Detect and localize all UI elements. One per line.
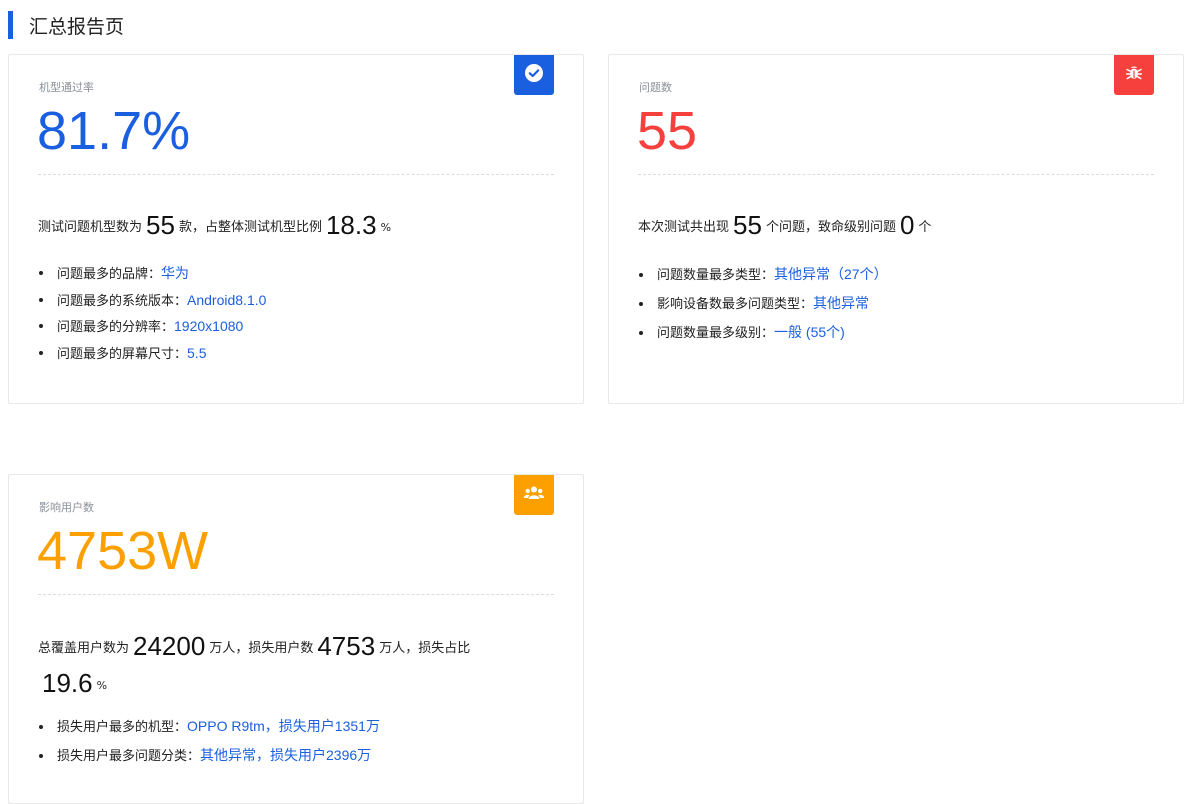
detail-value: 5.5 (187, 344, 207, 361)
bug-icon (1124, 63, 1144, 87)
list-item: 问题数量最多类型：其他异常（27个） (638, 260, 888, 289)
detail-label: 问题最多的系统版本： (57, 293, 188, 309)
summary-text: 总覆盖用户数为 (38, 641, 130, 656)
pass-rate-card: 机型通过率 81.7% 测试问题机型数为 55 款，占整体测试机型比例 18.3% 问… (8, 54, 584, 404)
detail-label: 问题最多的分辨率： (57, 320, 175, 335)
check-circle-icon (524, 63, 544, 87)
detail-value: 其他异常（27个） (774, 266, 888, 282)
detail-label: 影响设备数最多问题类型： (657, 297, 814, 312)
summary-number: 55 (146, 210, 175, 240)
summary-number: 0 (899, 210, 915, 240)
list-item: 问题数量最多级别：一般 (55个) (638, 318, 888, 347)
detail-label: 问题数量最多级别： (657, 326, 775, 341)
summary-unit: 个 (918, 220, 932, 235)
pass-rate-details: 问题最多的品牌：华为 问题最多的系统版本：Android8.1.0 问题最多的分… (38, 260, 266, 366)
users-card: 影响用户数 4753W 总覆盖用户数为 24200 万人，损失用户数 4753 万人，损… (8, 474, 584, 804)
issues-card: 问题数 55 本次测试共出现 55 个问题，致命级别问题 0 个 问题数量最多类型：其他… (608, 54, 1184, 404)
issues-badge (1114, 55, 1154, 95)
pass-rate-value: 81.7% (37, 101, 191, 161)
detail-value: OPPO R9tm，损失用户1351万 (187, 718, 380, 734)
list-item: 影响设备数最多问题类型：其他异常 (638, 289, 888, 318)
divider (38, 174, 554, 175)
list-item: 问题最多的系统版本：Android8.1.0 (38, 287, 266, 314)
users-details: 损失用户最多的机型：OPPO R9tm，损失用户1351万 损失用户最多问题分类… (38, 712, 380, 770)
detail-label: 损失用户最多的机型： (57, 720, 188, 735)
users-value: 4753W (37, 521, 209, 581)
summary-number: 4753 (317, 631, 376, 661)
page-title: 汇总报告页 (29, 15, 125, 38)
header-accent-bar (8, 11, 13, 39)
users-icon (523, 483, 545, 507)
pass-rate-summary: 测试问题机型数为 55 款，占整体测试机型比例 18.3% (38, 208, 518, 245)
summary-number: 55 (733, 210, 762, 240)
detail-label: 问题最多的品牌： (57, 267, 162, 282)
list-item: 损失用户最多问题分类：其他异常，损失用户2396万 (38, 741, 380, 770)
users-summary: 总覆盖用户数为 24200 万人，损失用户数 4753 万人，损失占比 19.6% (38, 629, 518, 703)
issues-details: 问题数量最多类型：其他异常（27个） 影响设备数最多问题类型：其他异常 问题数量… (638, 260, 888, 347)
divider (38, 594, 554, 595)
summary-text: 万人，损失用户数 (209, 641, 314, 656)
detail-label: 问题数量最多类型： (657, 268, 775, 283)
detail-value: 其他异常，损失用户2396万 (200, 747, 372, 763)
users-badge (514, 475, 554, 515)
detail-value: 其他异常 (813, 295, 870, 311)
list-item: 损失用户最多的机型：OPPO R9tm，损失用户1351万 (38, 712, 380, 741)
detail-value: 1920x1080 (174, 318, 244, 334)
detail-label: 问题最多的屏幕尺寸： (57, 346, 188, 362)
pass-rate-label: 机型通过率 (39, 81, 94, 94)
summary-text: 款，占整体测试机型比例 (178, 220, 322, 235)
divider (638, 174, 1154, 175)
detail-value: Android8.1.0 (187, 291, 267, 308)
summary-unit: % (380, 221, 392, 234)
detail-label: 损失用户最多问题分类： (57, 749, 201, 764)
issues-summary: 本次测试共出现 55 个问题，致命级别问题 0 个 (638, 208, 1118, 245)
pass-rate-badge (514, 55, 554, 95)
summary-text: 万人，损失占比 (379, 641, 471, 656)
detail-value: 华为 (161, 265, 190, 281)
summary-text: 本次测试共出现 (638, 220, 730, 235)
summary-text: 个问题，致命级别问题 (765, 220, 896, 235)
summary-text: 测试问题机型数为 (38, 220, 143, 235)
issues-value: 55 (637, 101, 698, 161)
list-item: 问题最多的分辨率：1920x1080 (38, 313, 266, 340)
list-item: 问题最多的品牌：华为 (38, 260, 266, 287)
summary-unit: % (96, 679, 108, 692)
users-label: 影响用户数 (39, 501, 94, 514)
summary-number: 18.3 (325, 210, 377, 240)
page-header: 汇总报告页 (8, 10, 124, 40)
list-item: 问题最多的屏幕尺寸：5.5 (38, 340, 266, 367)
summary-number: 19.6 (42, 668, 93, 698)
issues-label: 问题数 (639, 81, 672, 94)
summary-number: 24200 (133, 631, 206, 661)
detail-value: 一般 (55个) (774, 324, 845, 340)
